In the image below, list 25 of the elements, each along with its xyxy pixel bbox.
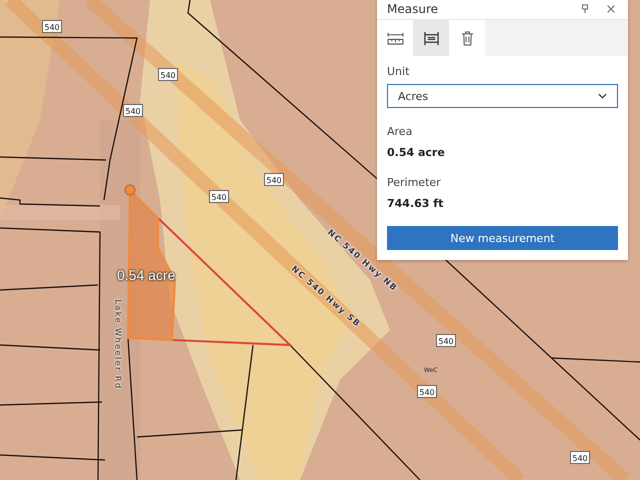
area-icon: [422, 30, 440, 46]
ruler-icon: [386, 32, 404, 44]
measurement-label: 0.54 acre: [117, 267, 176, 283]
unit-label: Unit: [387, 65, 410, 78]
chevron-down-icon: [598, 93, 607, 99]
route-shield: 540: [417, 385, 437, 398]
result-value: 0.54 acre: [387, 146, 446, 159]
route-shield: 540: [209, 190, 229, 203]
route-shield: 540: [123, 104, 143, 117]
trash-icon: [460, 30, 474, 46]
new-measurement-button[interactable]: New measurement: [387, 226, 618, 250]
unit-dropdown[interactable]: Acres: [387, 84, 618, 108]
close-icon[interactable]: [606, 4, 616, 14]
panel-title: Measure: [387, 2, 439, 16]
result-value: 744.63 ft: [387, 197, 444, 210]
route-shield: 540: [158, 68, 178, 81]
route-shield: 540: [436, 334, 456, 347]
result-label: Area: [387, 125, 414, 138]
area-tool-button[interactable]: [413, 20, 449, 56]
route-shield: 540: [42, 20, 62, 33]
road-label: Lake Wheeler Rd: [114, 299, 123, 390]
route-shield: 540: [264, 173, 284, 186]
route-shield: 540: [570, 451, 590, 464]
dock-icon[interactable]: [580, 4, 590, 14]
result-label: Perimeter: [387, 176, 442, 189]
